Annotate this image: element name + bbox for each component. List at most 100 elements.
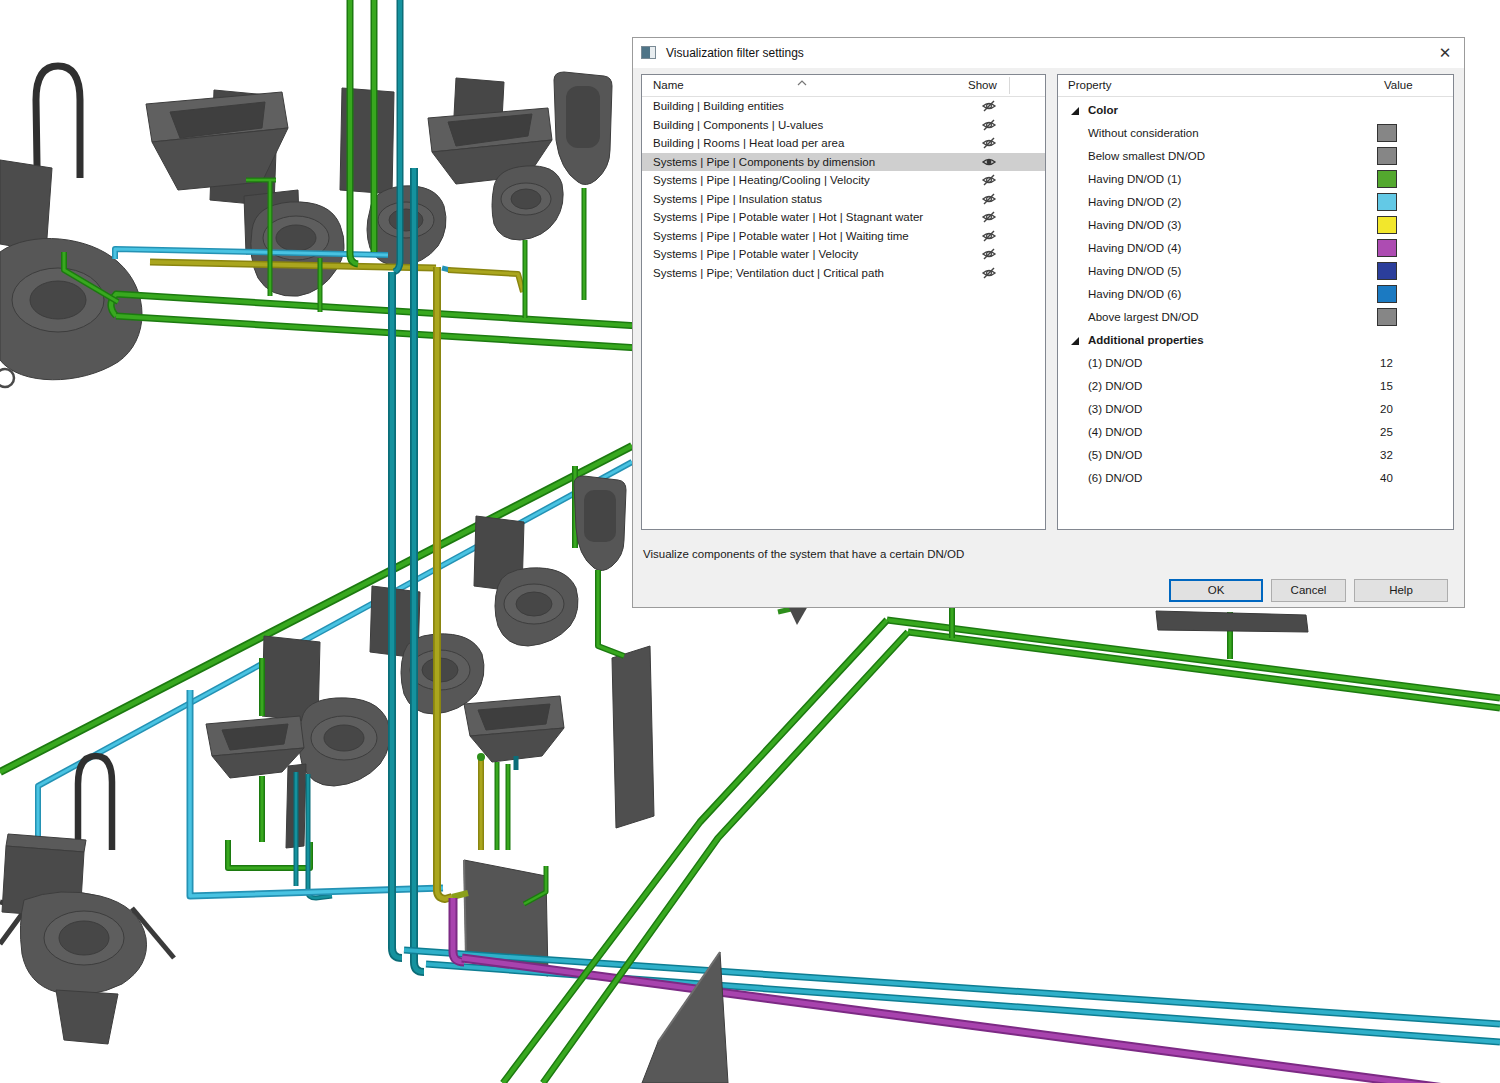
filter-list-item[interactable]: Systems | Pipe | Heating/Cooling | Veloc…	[642, 171, 1045, 190]
property-label: Without consideration	[1088, 127, 1199, 139]
property-value: 32	[1380, 449, 1393, 461]
color-swatch[interactable]	[1377, 308, 1397, 326]
orbit-cursor-icon	[0, 369, 14, 387]
property-row[interactable]: (4) DN/OD 25	[1058, 421, 1453, 444]
color-swatch[interactable]	[1377, 285, 1397, 303]
property-row[interactable]: Having DN/OD (6)	[1058, 283, 1453, 306]
cancel-button[interactable]: Cancel	[1271, 579, 1346, 602]
property-row[interactable]: (3) DN/OD20	[1058, 398, 1453, 421]
property-label: (6) DN/OD	[1088, 472, 1142, 484]
filter-list-header[interactable]: Name Show	[642, 75, 1045, 97]
color-swatch[interactable]	[1377, 147, 1397, 165]
property-label: Having DN/OD (1)	[1088, 173, 1181, 185]
property-label: Having DN/OD (2)	[1088, 196, 1181, 208]
visibility-visible-icon[interactable]	[979, 155, 999, 169]
help-button[interactable]: Help	[1354, 579, 1448, 602]
floor2-fixtures	[206, 476, 654, 848]
dialog-icon	[641, 46, 656, 59]
property-row[interactable]: (2) DN/OD 15	[1058, 375, 1453, 398]
collapse-triangle-icon[interactable]	[1070, 336, 1080, 348]
property-row[interactable]: Having DN/OD (3)	[1058, 214, 1453, 237]
dialog-titlebar[interactable]: Visualization filter settings ✕	[633, 38, 1464, 68]
filter-list-panel: Name Show Building | Building entities Bu…	[641, 74, 1046, 530]
visibility-hidden-icon[interactable]	[979, 192, 999, 206]
filter-item-label: Building | Building entities	[653, 100, 784, 112]
property-row[interactable]: Without consideration	[1058, 122, 1453, 145]
filter-list-item[interactable]: Building | Components | U-values	[642, 116, 1045, 135]
filter-description: Visualize components of the system that …	[643, 548, 964, 560]
visibility-hidden-icon[interactable]	[979, 247, 999, 261]
property-row[interactable]: Having DN/OD (1)	[1058, 168, 1453, 191]
filter-list-item[interactable]: Systems | Pipe | Insulation status	[642, 190, 1045, 209]
property-value: 12	[1380, 357, 1393, 369]
property-label: Having DN/OD (5)	[1088, 265, 1181, 277]
property-row[interactable]: (1) DN/OD 12	[1058, 352, 1453, 375]
column-header-show[interactable]: Show	[968, 79, 997, 91]
property-label: (1) DN/OD	[1088, 357, 1142, 369]
property-group-label: Color	[1088, 104, 1118, 116]
filter-list-item[interactable]: Systems | Pipe | Potable water | Velocit…	[642, 245, 1045, 264]
color-swatch[interactable]	[1377, 124, 1397, 142]
property-row[interactable]: (5) DN/OD 32	[1058, 444, 1453, 467]
color-swatch[interactable]	[1377, 170, 1397, 188]
visibility-hidden-icon[interactable]	[979, 99, 999, 113]
filter-item-label: Building | Components | U-values	[653, 119, 823, 131]
visualization-filter-settings-dialog: Visualization filter settings ✕ Name Sho…	[632, 37, 1465, 608]
property-value: 20	[1380, 403, 1393, 415]
visibility-hidden-icon[interactable]	[979, 136, 999, 150]
filter-item-label: Systems | Pipe | Insulation status	[653, 193, 822, 205]
color-swatch[interactable]	[1377, 193, 1397, 211]
color-swatch[interactable]	[1377, 216, 1397, 234]
filter-list-item[interactable]: Systems | Pipe | Components by dimension	[642, 153, 1045, 172]
sort-ascending-icon	[797, 76, 807, 88]
filter-item-label: Systems | Pipe | Potable water | Velocit…	[653, 248, 858, 260]
property-row[interactable]: Having DN/OD (4)	[1058, 237, 1453, 260]
property-group-header[interactable]: Additional properties	[1058, 329, 1453, 352]
ok-button[interactable]: OK	[1169, 579, 1263, 602]
property-value: 15	[1380, 380, 1393, 392]
visibility-hidden-icon[interactable]	[979, 118, 999, 132]
filter-item-label: Building | Rooms | Heat load per area	[653, 137, 844, 149]
filter-item-label: Systems | Pipe; Ventilation duct | Criti…	[653, 267, 884, 279]
property-row[interactable]: Having DN/OD (5)	[1058, 260, 1453, 283]
filter-list-item[interactable]: Systems | Pipe | Potable water | Hot | W…	[642, 227, 1045, 246]
property-value: 25	[1380, 426, 1393, 438]
property-label: Having DN/OD (6)	[1088, 288, 1181, 300]
property-label: Above largest DN/OD	[1088, 311, 1199, 323]
filter-item-label: Systems | Pipe | Potable water | Hot | S…	[653, 211, 923, 223]
property-label: (5) DN/OD	[1088, 449, 1142, 461]
color-swatch[interactable]	[1377, 239, 1397, 257]
filter-list-item[interactable]: Building | Building entities	[642, 97, 1045, 116]
visibility-hidden-icon[interactable]	[979, 173, 999, 187]
column-header-property[interactable]: Property	[1068, 79, 1111, 91]
visibility-hidden-icon[interactable]	[979, 210, 999, 224]
filter-list-item[interactable]: Building | Rooms | Heat load per area	[642, 134, 1045, 153]
close-icon[interactable]: ✕	[1434, 43, 1456, 63]
floor1-toilet	[0, 756, 174, 1044]
property-label: (2) DN/OD	[1088, 380, 1142, 392]
property-row[interactable]: Below smallest DN/OD	[1058, 145, 1453, 168]
column-header-value[interactable]: Value	[1384, 79, 1413, 91]
visibility-hidden-icon[interactable]	[979, 229, 999, 243]
filter-list-item[interactable]: Systems | Pipe; Ventilation duct | Criti…	[642, 264, 1045, 283]
property-row[interactable]: Above largest DN/OD	[1058, 306, 1453, 329]
column-header-name[interactable]: Name	[653, 79, 684, 91]
property-row[interactable]: (6) DN/OD 40	[1058, 467, 1453, 490]
property-label: Having DN/OD (4)	[1088, 242, 1181, 254]
radiator-panel-3	[1156, 611, 1308, 632]
filter-item-label: Systems | Pipe | Heating/Cooling | Veloc…	[653, 174, 870, 186]
filter-item-label: Systems | Pipe | Components by dimension	[653, 156, 875, 168]
collapse-triangle-icon[interactable]	[1070, 106, 1080, 118]
property-panel-header: Property Value	[1058, 75, 1453, 97]
property-panel: Property Value Color Without consideratio…	[1057, 74, 1454, 530]
property-label: (4) DN/OD	[1088, 426, 1142, 438]
filter-list-item[interactable]: Systems | Pipe | Potable water | Hot | S…	[642, 208, 1045, 227]
dialog-title: Visualization filter settings	[666, 46, 804, 60]
property-group-header[interactable]: Color	[1058, 99, 1453, 122]
visibility-hidden-icon[interactable]	[979, 266, 999, 280]
property-label: Having DN/OD (3)	[1088, 219, 1181, 231]
property-group-label: Additional properties	[1088, 334, 1204, 346]
color-swatch[interactable]	[1377, 262, 1397, 280]
property-value: 40	[1380, 472, 1393, 484]
property-row[interactable]: Having DN/OD (2)	[1058, 191, 1453, 214]
